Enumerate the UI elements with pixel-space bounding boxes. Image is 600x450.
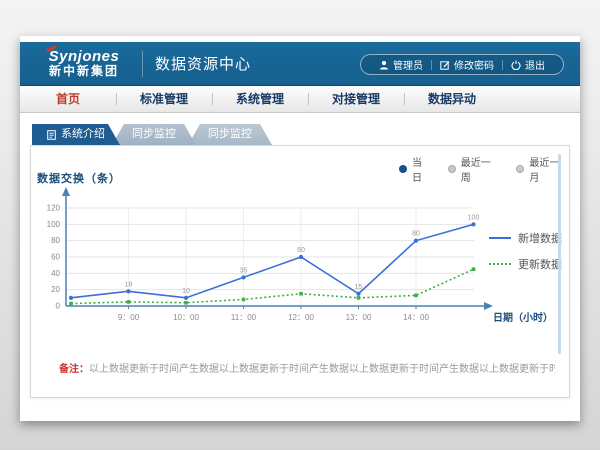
radio-selected-icon [399,165,407,173]
svg-text:100: 100 [47,220,61,229]
tab-system-intro[interactable]: 系统介绍 [32,124,120,145]
svg-text:日期（小时）: 日期（小时） [493,311,553,324]
svg-text:15: 15 [355,284,363,291]
svg-text:60: 60 [297,247,305,254]
power-icon [511,60,521,70]
radio-icon [516,165,524,173]
svg-text:80: 80 [51,236,60,245]
document-icon [47,130,56,140]
legend-entry-new-data: 新增数据 [489,230,562,246]
legend-label: 更新数据 [518,256,562,272]
nav-item-home[interactable]: 首页 [20,86,116,112]
nav-item-system[interactable]: 系统管理 [212,86,308,112]
chart-legend: 新增数据 更新数据 [489,230,562,272]
svg-text:9：00: 9：00 [118,313,140,322]
svg-text:60: 60 [51,253,60,262]
user-icon [379,60,389,70]
footnote: 备注：以上数据更新于时间产生数据以上数据更新于时间产生数据以上数据更新于时间产生… [59,360,555,375]
svg-text:11：00: 11：00 [231,313,257,322]
chart-area: 0 20 40 60 80 100 120 9：00 10：00 11：00 12：00 13：00 1… [41,180,561,330]
tab-bar: 系统介绍 同步监控 同步监控 [32,124,272,145]
line-chart: 0 20 40 60 80 100 120 9：00 10：00 11：00 12：00 13：00 1… [41,180,561,330]
user-account-button[interactable]: 管理员 [371,57,431,72]
legend-entry-update-data: 更新数据 [489,256,562,272]
tab-sync-monitor-2[interactable]: 同步监控 [188,124,272,145]
svg-text:13：00: 13：00 [346,313,372,322]
radio-icon [448,165,456,173]
tab-sync-monitor-1[interactable]: 同步监控 [112,124,196,145]
svg-text:18: 18 [125,281,133,288]
legend-line-solid [489,237,511,239]
svg-text:14：00: 14：00 [403,313,429,322]
desktop-background: Synjones 新中新集团 数据资源中心 管理员 [0,0,600,450]
main-nav: 首页 标准管理 系统管理 对接管理 数据异动 [20,86,580,113]
svg-text:40: 40 [51,269,60,278]
nav-item-standards[interactable]: 标准管理 [116,86,212,112]
synjones-logo: Synjones 新中新集团 [38,49,130,78]
change-password-button[interactable]: 修改密码 [432,57,502,72]
nav-item-data-changes[interactable]: 数据异动 [404,86,500,112]
svg-text:120: 120 [47,204,61,213]
app-header: Synjones 新中新集团 数据资源中心 管理员 [20,42,580,86]
logout-label: 退出 [525,57,545,72]
svg-text:10：00: 10：00 [173,313,199,322]
logo-company: 新中新集团 [38,64,130,78]
edit-icon [440,60,450,70]
svg-text:100: 100 [468,214,480,221]
svg-text:12：00: 12：00 [288,313,314,322]
app-window: Synjones 新中新集团 数据资源中心 管理员 [20,36,580,421]
svg-text:20: 20 [51,285,60,294]
header-divider [142,51,143,77]
scrollbar[interactable] [558,154,561,354]
nav-item-integration[interactable]: 对接管理 [308,86,404,112]
svg-text:35: 35 [240,267,248,274]
svg-text:10: 10 [182,288,190,295]
footnote-label: 备注： [59,364,89,375]
user-toolbar: 管理员 修改密码 退出 [360,54,564,75]
legend-line-dotted [489,263,511,265]
svg-text:80: 80 [412,231,420,238]
user-name: 管理员 [393,57,423,72]
svg-text:0: 0 [56,302,61,311]
logout-button[interactable]: 退出 [503,57,553,72]
tab-label: 系统介绍 [61,124,105,145]
chart-panel: 当日 最近一周 最近一月 数据交换（条） 0204060801001209：00… [30,145,570,398]
page-title: 数据资源中心 [155,53,251,74]
legend-label: 新增数据 [518,230,562,246]
footnote-text: 以上数据更新于时间产生数据以上数据更新于时间产生数据以上数据更新于时间产生数据以… [89,364,555,375]
logo-brand: Synjones [38,49,130,64]
change-password-label: 修改密码 [454,57,494,72]
